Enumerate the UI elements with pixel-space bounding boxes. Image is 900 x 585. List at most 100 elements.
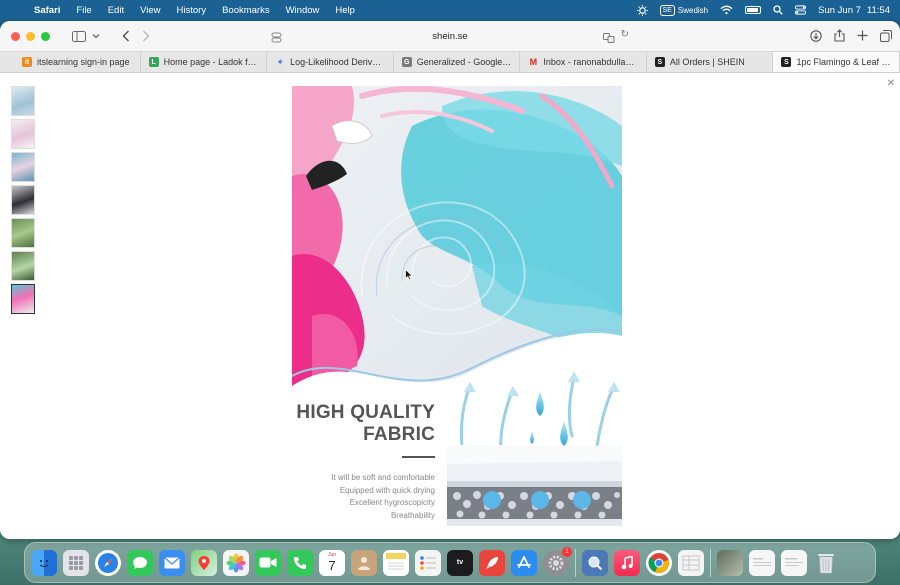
fullscreen-window-button[interactable] xyxy=(41,31,50,41)
dock-maps-icon[interactable] xyxy=(191,549,217,576)
dock-numbers-icon[interactable] xyxy=(678,549,704,576)
tab-google-docs[interactable]: G Generalized - Google D... xyxy=(394,52,521,72)
menu-app-safari[interactable]: Safari xyxy=(30,5,68,16)
menu-help[interactable]: Help xyxy=(327,5,363,16)
tab-gmail-inbox[interactable]: M Inbox - ranonabdullah8... xyxy=(520,52,647,72)
dock-contacts-icon[interactable] xyxy=(351,549,377,576)
thumbnail-4[interactable] xyxy=(11,185,35,215)
spotlight-search-icon[interactable] xyxy=(773,5,783,15)
dock-recent-document-icon[interactable] xyxy=(781,549,807,576)
dock-launchpad-icon[interactable] xyxy=(63,549,89,576)
menu-window[interactable]: Window xyxy=(278,5,328,16)
page-content: ✕ HIGH QUALITY FABRIC It will be soft an… xyxy=(0,74,900,539)
thumbnail-5[interactable] xyxy=(11,218,35,248)
menu-clock[interactable]: Sun Jun 7 11:54 xyxy=(818,5,890,16)
settings-notification-badge: 1 xyxy=(562,546,572,557)
dock-recent-document-icon[interactable] xyxy=(749,549,775,576)
tab-label: itslearning sign-in page xyxy=(37,57,130,67)
headline-divider xyxy=(402,456,435,458)
dock-finder-icon[interactable] xyxy=(31,549,57,576)
dock-mail-icon[interactable] xyxy=(159,549,185,576)
dock-app-store-icon[interactable] xyxy=(511,549,537,576)
translate-icon[interactable] xyxy=(603,30,615,48)
input-source-menu[interactable]: SE Swedish xyxy=(659,4,709,16)
tab-label: Log-Likelihood Derivati... xyxy=(290,57,385,67)
tab-favicon: L xyxy=(148,57,159,67)
product-image: HIGH QUALITY FABRIC It will be soft and … xyxy=(292,86,622,526)
address-bar[interactable]: shein.se ↻ xyxy=(263,25,637,47)
dock-chrome-icon[interactable] xyxy=(646,549,672,576)
tab-log-likelihood[interactable]: ✦ Log-Likelihood Derivati... xyxy=(267,52,394,72)
dock-facetime-icon[interactable] xyxy=(255,549,281,576)
dock-trash-icon[interactable] xyxy=(813,550,839,576)
dock-photos-icon[interactable] xyxy=(223,549,249,576)
calendar-month: Jun xyxy=(327,551,337,558)
browser-toolbar: shein.se ↻ xyxy=(0,21,900,51)
calendar-date: 7 xyxy=(328,557,336,573)
menu-file[interactable]: File xyxy=(68,5,99,16)
dock-recent-photo-icon[interactable] xyxy=(717,549,743,576)
clock-time: 11:54 xyxy=(866,4,890,16)
clock-date: Sun Jun 7 xyxy=(818,4,861,16)
thumbnail-1[interactable] xyxy=(11,86,35,116)
tab-favicon: S xyxy=(781,57,792,67)
tab-shein-product-active[interactable]: S 1pc Flamingo & Leaf P... xyxy=(773,52,900,72)
menu-history[interactable]: History xyxy=(169,5,215,16)
back-button[interactable] xyxy=(122,30,130,42)
share-icon[interactable] xyxy=(834,29,845,42)
new-tab-plus-icon[interactable] xyxy=(857,29,868,42)
tab-label: Home page - Ladok for... xyxy=(163,57,259,67)
dock-music-icon[interactable] xyxy=(614,549,640,576)
forward-button[interactable] xyxy=(142,30,150,42)
brightness-icon[interactable] xyxy=(636,4,648,16)
minimize-window-button[interactable] xyxy=(26,31,35,41)
tab-itslearning[interactable]: it itslearning sign-in page xyxy=(0,52,141,72)
close-window-button[interactable] xyxy=(11,31,20,41)
dock-system-settings-icon[interactable]: 1 xyxy=(543,546,572,576)
menu-bookmarks[interactable]: Bookmarks xyxy=(214,5,278,16)
headline-line-1: HIGH QUALITY xyxy=(296,402,435,423)
downloads-icon[interactable] xyxy=(810,29,822,42)
tab-favicon: M xyxy=(529,57,538,67)
dock-tv-icon[interactable]: tv xyxy=(447,549,473,576)
tab-bar: it itslearning sign-in page L Home page … xyxy=(0,51,900,73)
menu-edit[interactable]: Edit xyxy=(100,5,132,16)
tab-favicon: ✦ xyxy=(276,56,284,67)
reload-icon[interactable]: ↻ xyxy=(621,29,629,40)
tab-label: Generalized - Google D... xyxy=(416,57,512,67)
battery-icon[interactable] xyxy=(745,6,762,14)
feature-item: Breathability xyxy=(390,510,435,520)
dock-phone-icon[interactable] xyxy=(287,549,313,576)
thumbnail-3[interactable] xyxy=(11,152,35,182)
dock-calendar-icon[interactable]: Jun 7 xyxy=(319,549,345,576)
dock-notes-icon[interactable] xyxy=(383,549,409,576)
tab-overview-icon[interactable] xyxy=(880,29,892,42)
dock-reminders-icon[interactable] xyxy=(415,549,441,576)
sidebar-toggle-icon[interactable] xyxy=(72,30,86,42)
dock-rocket-icon[interactable] xyxy=(479,549,505,576)
tab-group-chevron-down-icon[interactable] xyxy=(92,33,100,39)
thumbnail-7-selected[interactable] xyxy=(11,284,35,314)
control-center-icon[interactable] xyxy=(795,5,807,15)
privacy-report-icon[interactable] xyxy=(271,30,282,48)
tab-shein-orders[interactable]: S All Orders | SHEIN xyxy=(647,52,774,72)
fabric-headline: HIGH QUALITY FABRIC xyxy=(292,402,435,446)
tab-ladok[interactable]: L Home page - Ladok for... xyxy=(141,52,268,72)
close-gallery-icon[interactable]: ✕ xyxy=(887,78,895,89)
thumbnail-2[interactable] xyxy=(11,119,35,149)
dock-messages-icon[interactable] xyxy=(127,549,153,576)
wifi-icon[interactable] xyxy=(720,5,733,15)
menu-bar: Safari File Edit View History Bookmarks … xyxy=(0,0,900,20)
safari-window: shein.se ↻ it itslearning sign-in page L… xyxy=(0,21,900,539)
dock-preview-icon[interactable] xyxy=(582,549,608,576)
tab-favicon: it xyxy=(22,57,32,67)
dock-safari-icon[interactable] xyxy=(95,549,121,576)
tab-label: 1pc Flamingo & Leaf P... xyxy=(796,57,892,67)
thumbnail-6[interactable] xyxy=(11,251,35,281)
fabric-illustration xyxy=(292,86,622,526)
menu-view[interactable]: View xyxy=(132,5,168,16)
mouse-cursor-icon xyxy=(405,268,414,286)
headline-line-2: FABRIC xyxy=(363,424,435,445)
input-source-language: Swedish xyxy=(677,5,709,15)
thumbnail-strip xyxy=(11,86,35,314)
